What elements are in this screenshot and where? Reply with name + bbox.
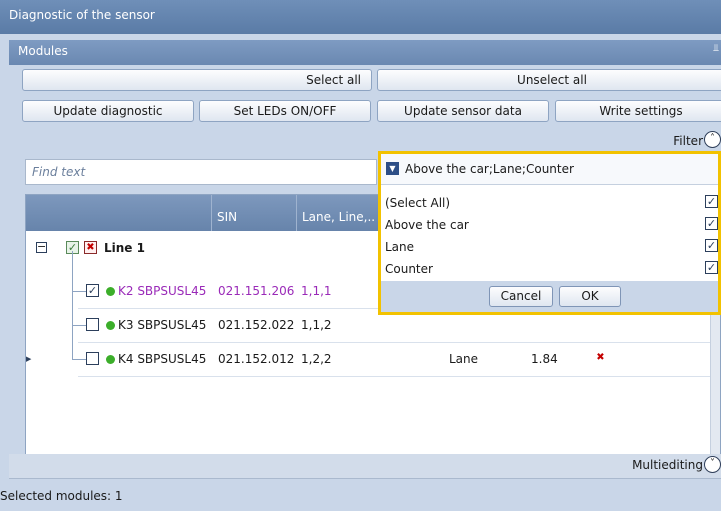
filter-dropdown-header[interactable]: ▼ Above the car;Lane;Counter — [381, 154, 718, 185]
filter-option-counter[interactable]: Counter ✓ — [385, 258, 718, 280]
write-settings-button[interactable]: Write settings — [555, 100, 721, 122]
pin-icon[interactable]: ⫫ — [713, 43, 719, 54]
module-name: K2 SBPSUSL45 — [118, 284, 207, 298]
ok-button[interactable]: OK — [559, 286, 621, 307]
window-title-text: Diagnostic of the sensor — [9, 8, 155, 22]
module-lane: 1,2,2 — [301, 352, 332, 366]
module-sin: 021.152.022 — [218, 318, 295, 332]
module-sin: 021.151.206 — [218, 284, 295, 298]
multiediting-label: Multiediting — [632, 458, 703, 472]
select-all-button[interactable]: Select all — [22, 69, 372, 91]
cancel-button[interactable]: Cancel — [489, 286, 553, 307]
filter-option-select-all[interactable]: (Select All) ✓ — [385, 192, 718, 214]
option-checkbox[interactable]: ✓ — [705, 261, 718, 274]
module-lane: 1,1,2 — [301, 318, 332, 332]
module-lane: 1,1,1 — [301, 284, 332, 298]
filter-option-above-car[interactable]: Above the car ✓ — [385, 214, 718, 236]
row-checkbox[interactable]: ✓ — [86, 284, 99, 297]
set-leds-button[interactable]: Set LEDs ON/OFF — [199, 100, 371, 122]
filter-toggle[interactable]: Filter ˄ — [641, 131, 721, 153]
group-label: Line 1 — [104, 241, 145, 255]
search-placeholder: Find text — [32, 165, 86, 179]
filter-label: Filter — [673, 134, 703, 148]
filter-dropdown-value: Above the car;Lane;Counter — [405, 162, 574, 176]
status-bar: Selected modules: 1 — [0, 478, 721, 511]
filter-dropdown[interactable]: ▼ Above the car;Lane;Counter (Select All… — [378, 151, 721, 315]
search-input[interactable]: Find text — [25, 159, 377, 185]
status-dot-icon — [106, 355, 115, 364]
modules-panel-title: Modules — [18, 44, 68, 58]
row-indicator-icon: ▶ — [26, 355, 32, 363]
module-value: 1.84 — [531, 352, 558, 366]
dropdown-arrow-icon[interactable]: ▼ — [386, 162, 399, 175]
unselect-all-button[interactable]: Unselect all — [377, 69, 721, 91]
module-name: K4 SBPSUSL45 — [118, 352, 207, 366]
row-divider — [78, 376, 720, 377]
option-checkbox[interactable]: ✓ — [705, 217, 718, 230]
chevron-up-icon[interactable]: ˄ — [704, 131, 721, 148]
status-dot-icon — [106, 287, 115, 296]
error-icon: ✖ — [596, 352, 605, 363]
table-row[interactable]: ▶ K4 SBPSUSL45 021.152.012 1,2,2 Lane 1.… — [26, 342, 720, 376]
filter-dropdown-footer: Cancel OK — [381, 281, 718, 312]
row-checkbox[interactable] — [86, 352, 99, 365]
modules-panel-header: Modules ⫫ — [9, 40, 721, 65]
option-checkbox[interactable]: ✓ — [705, 239, 718, 252]
update-sensor-data-button[interactable]: Update sensor data — [377, 100, 549, 122]
selected-modules-count: Selected modules: 1 — [0, 489, 123, 503]
row-checkbox[interactable] — [86, 318, 99, 331]
collapse-icon[interactable]: − — [36, 241, 47, 253]
filter-option-lane[interactable]: Lane ✓ — [385, 236, 718, 258]
module-type: Lane — [449, 352, 479, 366]
status-dot-icon — [106, 321, 115, 330]
option-checkbox[interactable]: ✓ — [705, 195, 718, 208]
module-name: K3 SBPSUSL45 — [118, 318, 207, 332]
error-icon: ✖ — [84, 241, 97, 254]
module-sin: 021.152.012 — [218, 352, 295, 366]
column-header-sin[interactable]: SIN — [211, 195, 296, 231]
multiediting-bar: Multiediting ˅ — [9, 454, 721, 478]
window-title: Diagnostic of the sensor — [0, 0, 721, 34]
chevron-down-icon[interactable]: ˅ — [704, 456, 721, 473]
column-header-lane[interactable]: Lane, Line,.. — [296, 195, 386, 231]
update-diagnostic-button[interactable]: Update diagnostic — [22, 100, 194, 122]
